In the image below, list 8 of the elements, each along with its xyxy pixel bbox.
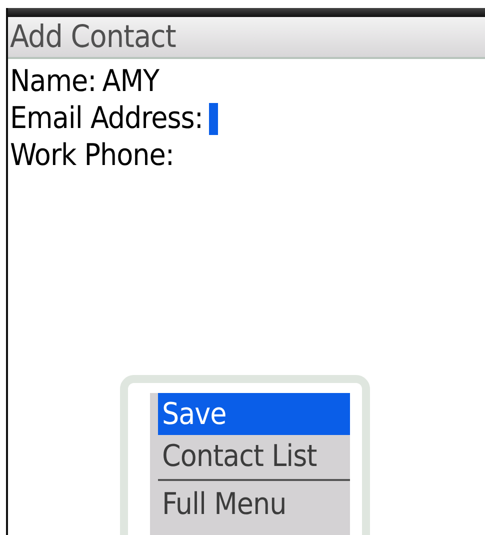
screen-title: Add Contact <box>10 19 176 55</box>
menu-item[interactable]: Contact List <box>158 435 350 477</box>
menu-item[interactable]: Save <box>158 393 350 435</box>
field-value[interactable]: AMY <box>102 64 159 99</box>
menu-item[interactable]: Full Menu <box>158 483 350 525</box>
field-label: Email Address: <box>10 101 203 136</box>
field-label: Name: <box>10 64 96 99</box>
field-label: Work Phone: <box>10 138 174 173</box>
